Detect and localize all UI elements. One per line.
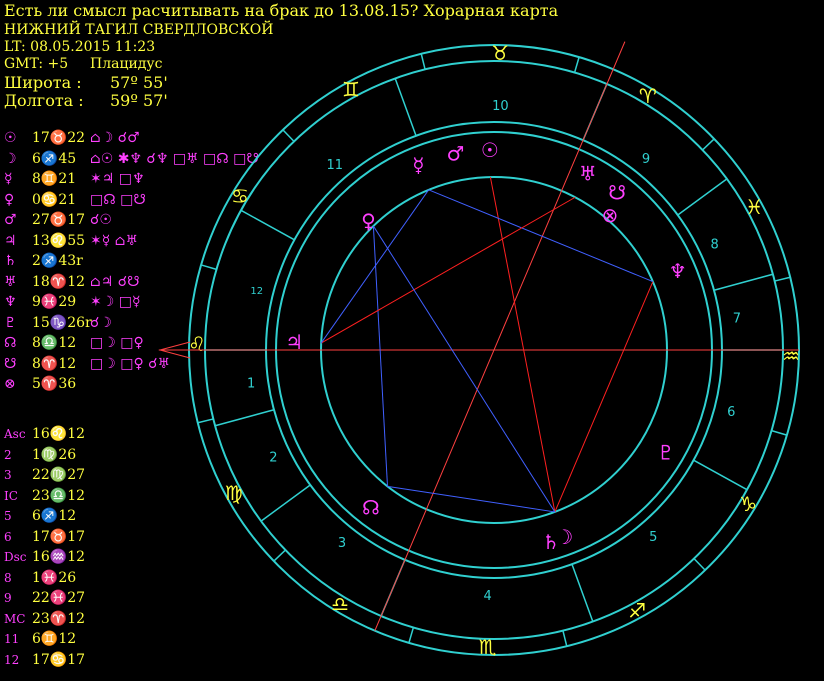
house-cusp-line [240, 209, 295, 241]
house-number-1: 1 [247, 376, 255, 391]
aquarius-sign-icon: ♒ [782, 344, 800, 368]
aspect-line-moon-neptune [554, 281, 654, 513]
house-number-3: 3 [338, 536, 346, 551]
house-number-10: 10 [492, 99, 509, 114]
sign-boundary [771, 429, 788, 436]
sign-boundary [562, 630, 568, 647]
sign-boundary [420, 53, 426, 70]
fortune-icon: ⊗ [601, 203, 618, 227]
uranus-icon: ♅ [579, 161, 597, 185]
house-cusp-line [571, 563, 594, 622]
neptune-icon: ♆ [669, 259, 687, 283]
cancer-sign-icon: ♋ [231, 184, 249, 208]
aspect-line-jupiter-uranus [320, 196, 576, 344]
aspect-line-moon-north-node [387, 485, 555, 513]
sign-boundary [273, 549, 286, 562]
sign-boundary [774, 276, 791, 282]
leo-sign-icon: ♌ [188, 332, 206, 356]
saturn-icon: ♄ [542, 530, 560, 554]
house-number-11: 11 [326, 158, 343, 173]
aries-sign-icon: ♈ [639, 84, 657, 108]
mercury-icon: ☿ [412, 153, 424, 177]
sign-boundary [702, 138, 715, 151]
sign-boundary [282, 129, 295, 142]
house-number-6: 6 [727, 405, 735, 420]
house-cusp-line [677, 178, 728, 216]
house-number-5: 5 [649, 530, 657, 545]
house-cusp-line [713, 273, 774, 291]
pluto-icon: ♇ [657, 440, 675, 464]
horary-chart-wheel: ♈♉♊♋♌♍♎♏♐♑♒♓123456789101112☉☽☿♀♂♃♄♅☋⊗♆☊♇ [158, 41, 800, 659]
house-number-2: 2 [269, 450, 277, 465]
mars-icon: ♂ [447, 142, 465, 166]
sign-boundary [200, 264, 217, 271]
house-number-12: 12 [250, 286, 263, 297]
sun-icon: ☉ [481, 138, 499, 162]
sign-boundary [408, 627, 415, 644]
sign-boundary [197, 418, 214, 424]
south-node-icon: ☋ [608, 180, 626, 204]
sagittarius-sign-icon: ♐ [628, 598, 646, 622]
house-number-9: 9 [642, 152, 650, 167]
gemini-sign-icon: ♊ [342, 78, 360, 102]
jupiter-icon: ♃ [285, 330, 303, 354]
virgo-sign-icon: ♍ [225, 481, 243, 505]
scorpio-sign-icon: ♏ [479, 635, 497, 659]
house-number-8: 8 [711, 238, 719, 253]
house-cusp-line [214, 409, 275, 427]
pisces-sign-icon: ♓ [745, 195, 763, 219]
house-cusp-line [394, 78, 417, 137]
house-cusp-line [693, 459, 748, 491]
house-number-7: 7 [733, 312, 741, 327]
house-cusp-line [260, 484, 311, 522]
sign-boundary [573, 56, 580, 73]
taurus-sign-icon: ♉ [491, 41, 509, 65]
house-number-4: 4 [483, 589, 491, 604]
libra-sign-icon: ♎ [331, 592, 349, 616]
north-node-icon: ☊ [362, 496, 380, 520]
mc-ic-axis [374, 41, 626, 631]
capricorn-sign-icon: ♑ [739, 492, 757, 516]
sign-boundary [693, 558, 706, 571]
